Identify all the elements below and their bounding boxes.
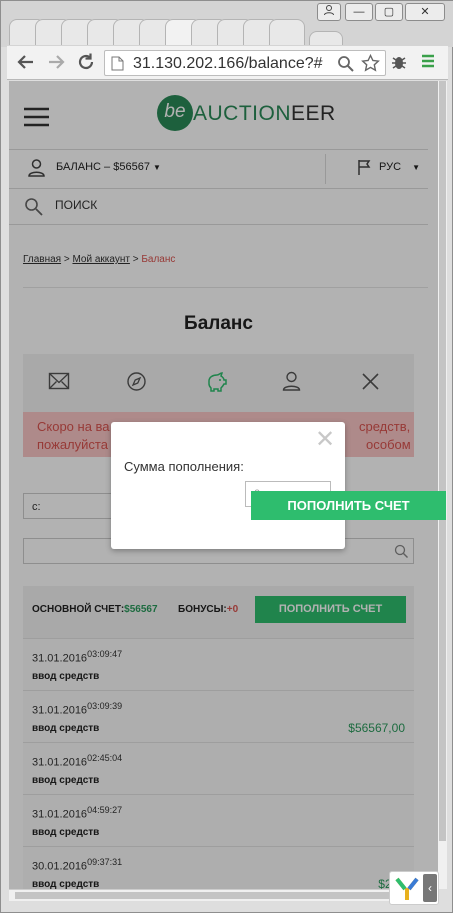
- close-window-button[interactable]: ✕: [405, 3, 445, 21]
- browser-window: — ▢ ✕ 31.130.202.166/balance?# be AUCTIO…: [0, 0, 453, 913]
- floating-widget[interactable]: ‹: [389, 871, 439, 905]
- vertical-scrollbar[interactable]: [438, 81, 447, 889]
- page-icon: [111, 56, 124, 76]
- search-icon[interactable]: [337, 55, 354, 77]
- back-icon[interactable]: [15, 52, 37, 74]
- menu-icon[interactable]: [417, 52, 439, 74]
- bookmark-star-icon[interactable]: [361, 53, 380, 78]
- tab-strip: [9, 19, 349, 45]
- modal-topup-button[interactable]: ПОПОЛНИТЬ СЧЕТ: [251, 491, 446, 520]
- url-text: 31.130.202.166/balance?#: [133, 55, 323, 72]
- chevron-left-icon[interactable]: ‹: [423, 874, 437, 902]
- address-bar[interactable]: 31.130.202.166/balance?#: [104, 50, 386, 76]
- browser-tab[interactable]: [269, 19, 305, 45]
- horizontal-scrollbar[interactable]: [9, 889, 438, 901]
- scrollbar-thumb[interactable]: [439, 81, 446, 841]
- yandex-logo-icon: [394, 876, 420, 907]
- modal-close-icon[interactable]: ✕: [315, 428, 335, 452]
- topup-modal: ✕ Сумма пополнения: 0: [111, 422, 345, 549]
- extension-bug-icon[interactable]: [388, 52, 410, 74]
- minimize-button[interactable]: —: [345, 3, 373, 21]
- reload-icon[interactable]: [75, 52, 97, 74]
- forward-icon[interactable]: [45, 52, 67, 74]
- modal-label: Сумма пополнения:: [124, 459, 244, 474]
- new-tab-button[interactable]: [309, 31, 343, 45]
- maximize-button[interactable]: ▢: [375, 3, 403, 21]
- profile-icon[interactable]: [317, 3, 341, 21]
- title-bar: — ▢ ✕: [1, 1, 453, 47]
- browser-toolbar: 31.130.202.166/balance?#: [7, 46, 448, 80]
- scrollbar-thumb[interactable]: [15, 892, 395, 899]
